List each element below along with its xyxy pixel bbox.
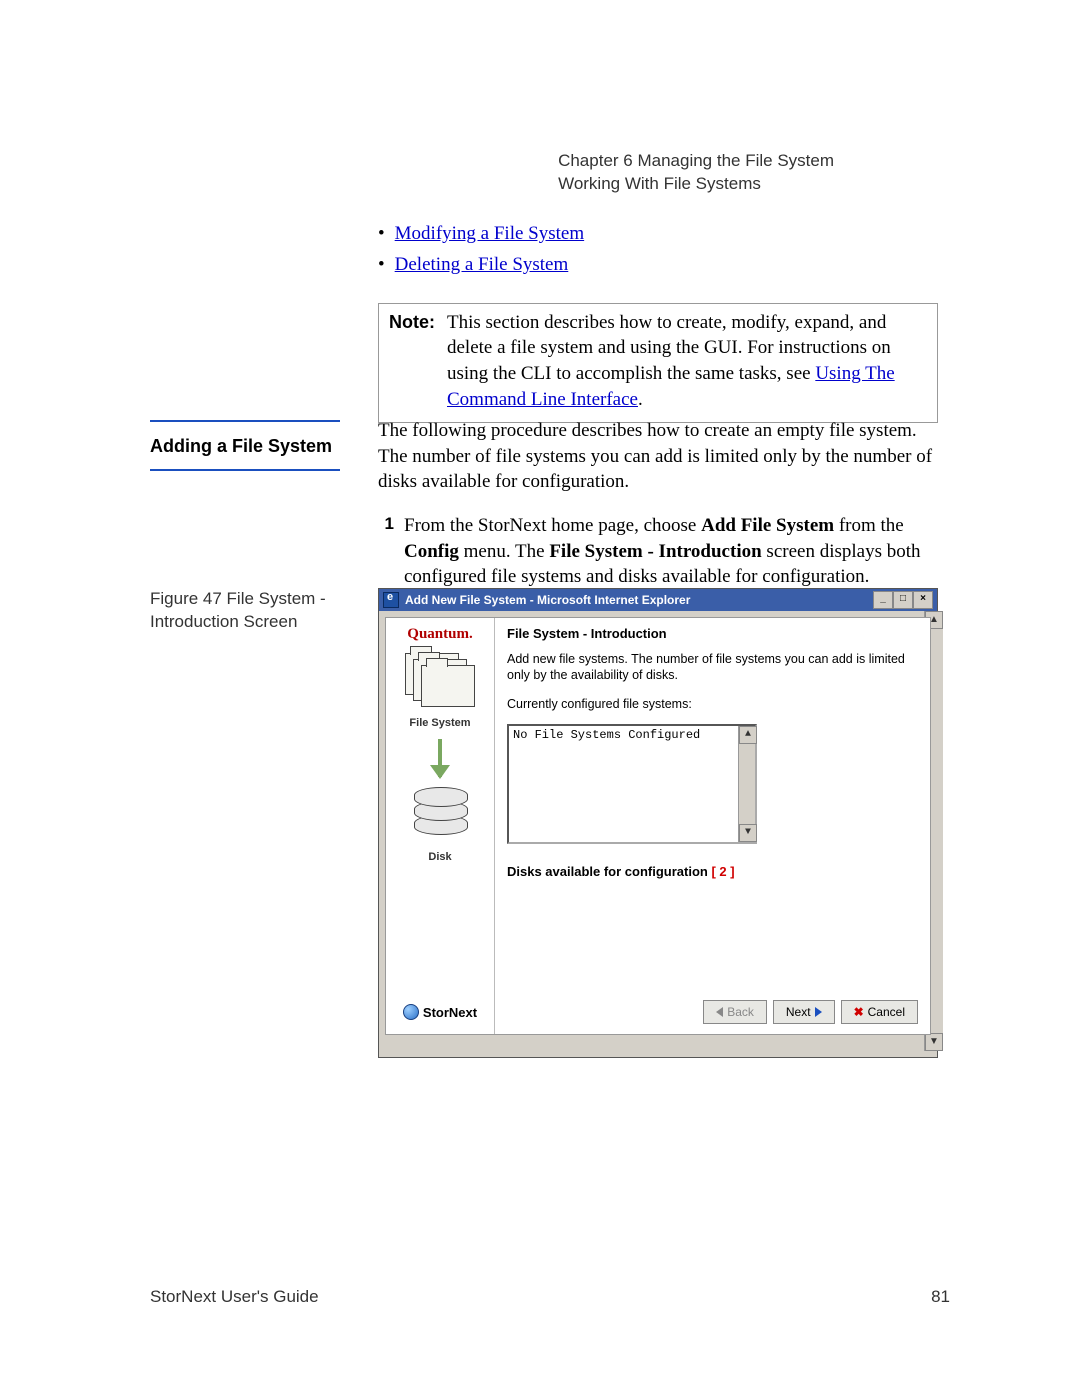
window-title: Add New File System - Microsoft Internet… (405, 593, 690, 607)
configured-fs-list[interactable]: No File Systems Configured ▲ ▼ (507, 724, 757, 844)
bullet-icon: • (378, 249, 385, 280)
page-footer: StorNext User's Guide 81 (150, 1287, 950, 1307)
section-title: Working With File Systems (558, 173, 834, 196)
list-item: No File Systems Configured (513, 728, 700, 742)
link-modify-fs[interactable]: Modifying a File System (395, 218, 584, 249)
top-section: • Modifying a File System • Deleting a F… (378, 218, 938, 423)
section-heading: Adding a File System (150, 436, 340, 457)
scroll-down-icon[interactable]: ▼ (739, 824, 757, 842)
quantum-logo: Quantum. (407, 626, 472, 643)
page-number: 81 (931, 1287, 950, 1307)
step-text: From the StorNext home page, choose Add … (404, 513, 938, 590)
folders-icon (405, 653, 475, 713)
disk-label: Disk (428, 851, 451, 863)
wizard-title: File System - Introduction (507, 626, 918, 641)
intro-text: The following procedure describes how to… (378, 418, 938, 495)
chevron-left-icon (716, 1007, 723, 1017)
wizard-left-panel: Quantum. File System Disk StorNext (386, 618, 495, 1034)
chevron-right-icon (815, 1007, 822, 1017)
close-button[interactable]: × (913, 591, 933, 609)
rule-icon (150, 469, 340, 471)
note-box: Note: This section describes how to crea… (378, 303, 938, 424)
scroll-down-icon[interactable]: ▼ (925, 1033, 943, 1051)
ie-icon (383, 592, 399, 608)
scroll-up-icon[interactable]: ▲ (739, 726, 757, 744)
fs-label: File System (409, 717, 470, 729)
disks-available-label: Disks available for configuration [ 2 ] (507, 864, 918, 879)
minimize-button[interactable]: _ (873, 591, 893, 609)
ie-window: Add New File System - Microsoft Internet… (378, 588, 938, 1058)
close-icon: ✖ (854, 1005, 864, 1019)
step-number: 1 (378, 513, 394, 590)
wizard-content: Quantum. File System Disk StorNext (385, 617, 931, 1035)
rule-icon (150, 420, 340, 422)
note-body: This section describes how to create, mo… (447, 310, 927, 413)
chapter-title: Chapter 6 Managing the File System (558, 150, 834, 173)
cancel-button[interactable]: ✖ Cancel (841, 1000, 918, 1024)
wizard-right-panel: File System - Introduction Add new file … (495, 618, 930, 1034)
stornext-text: StorNext (423, 1005, 477, 1020)
bullet-icon: • (378, 218, 385, 249)
section-body: The following procedure describes how to… (378, 418, 938, 590)
maximize-button[interactable]: □ (893, 591, 913, 609)
toc-links: • Modifying a File System • Deleting a F… (378, 218, 938, 281)
footer-title: StorNext User's Guide (150, 1287, 319, 1307)
arrow-down-icon (438, 739, 442, 777)
scrollbar[interactable]: ▲ ▼ (738, 726, 755, 842)
wizard-subhead: Currently configured file systems: (507, 696, 918, 712)
back-button[interactable]: Back (703, 1000, 767, 1024)
window-controls: _ □ × (873, 591, 933, 609)
wizard-buttons: Back Next ✖ Cancel (703, 1000, 918, 1024)
note-text-end: . (638, 389, 643, 410)
disks-icon (414, 787, 466, 847)
titlebar: Add New File System - Microsoft Internet… (379, 589, 937, 611)
step-1: 1 From the StorNext home page, choose Ad… (378, 513, 938, 590)
document-page: Chapter 6 Managing the File System Worki… (0, 0, 1080, 1397)
next-button[interactable]: Next (773, 1000, 835, 1024)
stornext-logo: StorNext (403, 1004, 477, 1020)
section-heading-wrap: Adding a File System (150, 420, 340, 471)
note-label: Note: (389, 310, 435, 413)
wizard-desc: Add new file systems. The number of file… (507, 651, 918, 684)
figure-caption: Figure 47 File System - Introduction Scr… (150, 588, 340, 634)
page-header: Chapter 6 Managing the File System Worki… (558, 150, 834, 196)
link-delete-fs[interactable]: Deleting a File System (395, 249, 569, 280)
globe-icon (403, 1004, 419, 1020)
disks-count: [ 2 ] (711, 864, 734, 879)
